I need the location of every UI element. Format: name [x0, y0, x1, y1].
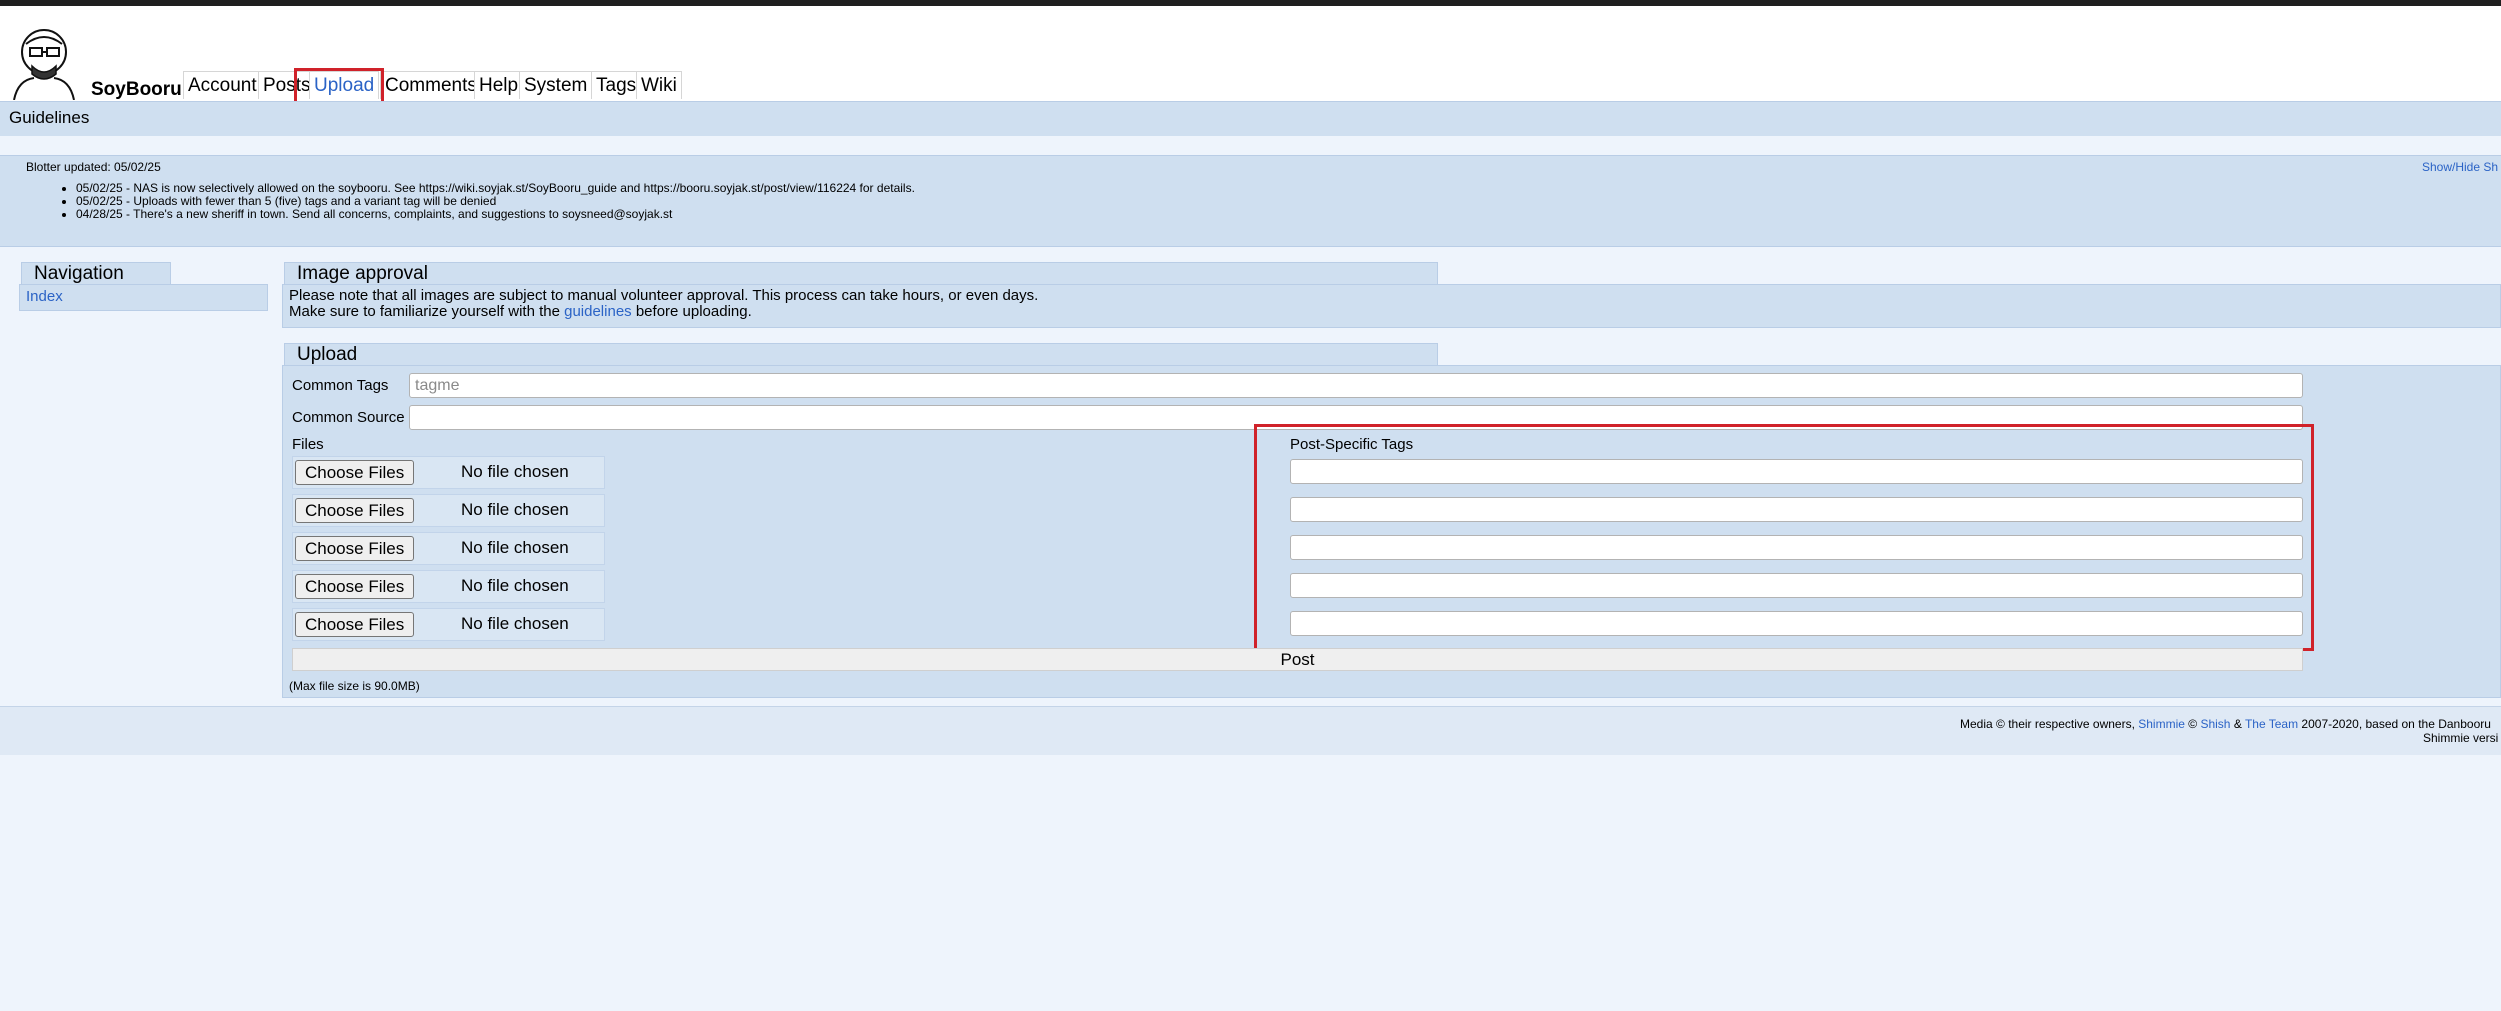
post-tags-input-2[interactable]	[1290, 497, 2303, 522]
choose-files-button[interactable]: Choose Files	[295, 536, 415, 561]
nav-wiki[interactable]: Wiki	[636, 71, 682, 99]
footer: Media © their respective owners, Shimmie…	[0, 706, 2501, 755]
max-file-size-note: (Max file size is 90.0MB)	[289, 679, 420, 693]
post-specific-tags-label: Post-Specific Tags	[1290, 436, 1414, 453]
guidelines-link[interactable]: Guidelines	[9, 108, 89, 128]
common-tags-label: Common Tags	[292, 377, 389, 394]
file-input-4[interactable]: Choose Files No file chosen	[292, 570, 605, 603]
shish-link[interactable]: Shish	[2200, 717, 2230, 731]
nav-tags[interactable]: Tags	[591, 71, 642, 99]
nav-posts[interactable]: Posts	[258, 71, 316, 99]
approval-title: Image approval	[284, 262, 1438, 285]
nav-system[interactable]: System	[519, 71, 593, 99]
approval-line2: Make sure to familiarize yourself with t…	[289, 304, 1038, 320]
footer-text: &	[2230, 717, 2245, 731]
choose-files-button[interactable]: Choose Files	[295, 612, 415, 637]
post-button[interactable]: Post	[292, 648, 2303, 671]
approval-line1: Please note that all images are subject …	[289, 287, 1039, 304]
footer-text: 2007-2020, based on the Danbooru	[2298, 717, 2491, 731]
choose-files-button[interactable]: Choose Files	[295, 460, 415, 485]
file-input-1[interactable]: Choose Files No file chosen	[292, 456, 605, 489]
common-tags-input[interactable]	[409, 373, 2303, 398]
no-file-text: No file chosen	[461, 538, 569, 557]
approval-text: Please note that all images are subject …	[289, 288, 1038, 320]
nav-help[interactable]: Help	[474, 71, 524, 99]
common-source-input[interactable]	[409, 405, 2303, 430]
shimmie-link[interactable]: Shimmie	[2138, 717, 2185, 731]
guidelines-inline-link[interactable]: guidelines	[564, 303, 632, 320]
no-file-text: No file chosen	[461, 462, 569, 481]
file-input-3[interactable]: Choose Files No file chosen	[292, 532, 605, 565]
common-source-label: Common Source	[292, 409, 405, 426]
blotter-entry: 04/28/25 - There's a new sheriff in town…	[76, 208, 915, 221]
file-input-2[interactable]: Choose Files No file chosen	[292, 494, 605, 527]
post-tags-input-5[interactable]	[1290, 611, 2303, 636]
site-title[interactable]: SoyBooru	[91, 79, 182, 101]
nav-account[interactable]: Account	[183, 71, 262, 99]
nav-upload[interactable]: Upload	[309, 71, 380, 99]
footer-version: Shimmie versi	[2423, 731, 2499, 745]
blotter-toggle-link[interactable]: Show/Hide Sh	[2422, 160, 2498, 174]
files-label: Files	[292, 436, 324, 453]
no-file-text: No file chosen	[461, 500, 569, 519]
upload-title: Upload	[284, 343, 1438, 366]
index-link[interactable]: Index	[26, 288, 63, 305]
blotter: Blotter updated: 05/02/25 Show/Hide Sh 0…	[0, 155, 2501, 247]
blotter-updated: Blotter updated: 05/02/25	[26, 160, 161, 174]
footer-credits: Media © their respective owners, Shimmie…	[1960, 717, 2491, 731]
navigation-title: Navigation	[21, 262, 171, 285]
post-tags-input-3[interactable]	[1290, 535, 2303, 560]
choose-files-button[interactable]: Choose Files	[295, 498, 415, 523]
no-file-text: No file chosen	[461, 614, 569, 633]
footer-text: ©	[2184, 717, 2201, 731]
approval-line2-text: Make sure to familiarize yourself with t…	[289, 303, 565, 320]
choose-files-button[interactable]: Choose Files	[295, 574, 415, 599]
blotter-list: 05/02/25 - NAS is now selectively allowe…	[46, 182, 915, 221]
post-tags-input-4[interactable]	[1290, 573, 2303, 598]
file-input-5[interactable]: Choose Files No file chosen	[292, 608, 605, 641]
team-link[interactable]: The Team	[2245, 717, 2298, 731]
sub-nav-bar: Guidelines	[0, 101, 2501, 136]
approval-line2-end: before uploading.	[631, 303, 752, 320]
nav-comments[interactable]: Comments	[380, 71, 482, 99]
footer-text: Media © their respective owners,	[1960, 717, 2139, 731]
post-tags-input-1[interactable]	[1290, 459, 2303, 484]
no-file-text: No file chosen	[461, 576, 569, 595]
site-logo[interactable]	[4, 22, 80, 100]
